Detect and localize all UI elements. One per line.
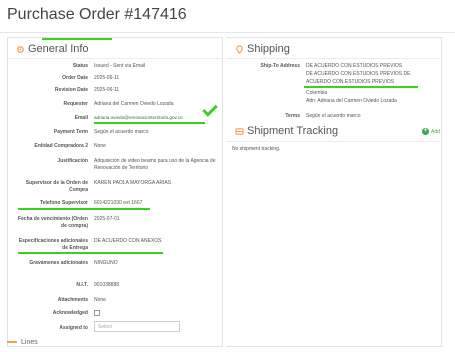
lines-tab-label: Lines xyxy=(21,339,38,346)
field-value: Adquisición de video beams para uso de l… xyxy=(94,158,216,171)
ship-to-highlight xyxy=(304,86,418,88)
ship-to-line: Colombia xyxy=(306,90,328,96)
especificaciones-highlight xyxy=(18,252,163,254)
field-label: Order Date xyxy=(62,75,88,81)
field-label: Acknowledged xyxy=(52,310,88,316)
field-label: Supervisor de la Orden de Compra xyxy=(25,180,88,193)
field-value: None xyxy=(94,297,106,303)
field-label: Telefono Supervisor xyxy=(40,200,88,206)
field-label: Requester xyxy=(63,101,88,107)
field-value: NINGUNO xyxy=(94,260,118,266)
attachments-link[interactable]: Attachments xyxy=(16,297,88,304)
divider xyxy=(8,58,222,59)
field-value: 2025-07-01 xyxy=(94,216,120,222)
page-title: Purchase Order #147416 xyxy=(7,6,187,23)
acknowledged-checkbox[interactable] xyxy=(94,310,100,316)
field-label: Gravámenes adicionales xyxy=(29,260,88,266)
field-label: Assigned to xyxy=(59,325,88,331)
ship-to-line: Attn: Adriana del Carmen Oviedo Lozada xyxy=(306,98,397,104)
add-tracking-button[interactable]: + xyxy=(422,128,429,135)
title-divider xyxy=(0,32,455,33)
gear-icon xyxy=(17,46,24,53)
field-label: N.I.T. xyxy=(76,282,88,288)
field-label: Email xyxy=(74,115,88,121)
general-info-panel: General Info Status Issued - Sent via Em… xyxy=(7,37,223,347)
divider xyxy=(226,58,440,59)
attachments-highlight xyxy=(42,38,112,40)
lines-icon xyxy=(7,341,17,344)
general-info-title: General Info xyxy=(28,43,89,55)
ship-to-line: ACUERDO CON ESTUDIOS PREVIOS xyxy=(306,79,395,85)
field-value: 2025-06-11 xyxy=(94,87,120,93)
field-value: Issued - Sent via Email xyxy=(94,63,146,69)
field-label: Especificaciones adicionales de Entrega xyxy=(18,238,88,251)
divider xyxy=(226,141,440,142)
field-label: Entidad Compradora 2 xyxy=(34,143,88,149)
field-label: Status xyxy=(72,63,88,69)
field-value: None xyxy=(94,143,106,149)
ship-to-line: DE ACUERDO CON ESTUDIOS PREVIOS xyxy=(306,63,403,69)
lines-tab[interactable]: Lines xyxy=(7,339,38,346)
field-value: KAREN PAOLA MAYORGA ARIAS xyxy=(94,180,172,186)
shipment-tracking-title: Shipment Tracking xyxy=(247,125,339,137)
field-value: 901038888 xyxy=(94,282,120,288)
email-highlight xyxy=(94,122,205,124)
truck-icon xyxy=(235,128,244,135)
field-label: Revision Date xyxy=(54,87,88,93)
map-pin-icon xyxy=(236,45,243,54)
shipping-panel: Shipping Ship-To Address DE ACUERDO CON … xyxy=(226,37,442,347)
ship-to-line: DE ACUERDO CON ESTUDIOS PREVIOS DE xyxy=(306,71,411,77)
field-label: Payment Term xyxy=(53,129,88,135)
field-value: DE ACUERDO CON ANEXOS xyxy=(94,238,162,244)
field-label: Fecha de vencimiento (Orden de compra) xyxy=(17,216,88,229)
field-value: 2025-06-11 xyxy=(94,75,120,81)
terms-label: Terms xyxy=(285,113,300,119)
terms-value: Según el acuerdo marco xyxy=(306,113,361,119)
assigned-to-select[interactable]: Select xyxy=(94,321,180,332)
field-value: Según el acuerdo marco xyxy=(94,129,149,135)
shipping-title: Shipping xyxy=(247,43,290,55)
add-tracking-label[interactable]: Add xyxy=(431,129,440,135)
no-tracking-text: No shipment tracking. xyxy=(232,146,281,152)
ship-to-label: Ship-To Address xyxy=(260,63,300,69)
field-value: 6014221030 ext 1667 xyxy=(94,200,143,206)
telefono-highlight xyxy=(18,208,150,210)
field-label: Justificación xyxy=(57,158,88,164)
